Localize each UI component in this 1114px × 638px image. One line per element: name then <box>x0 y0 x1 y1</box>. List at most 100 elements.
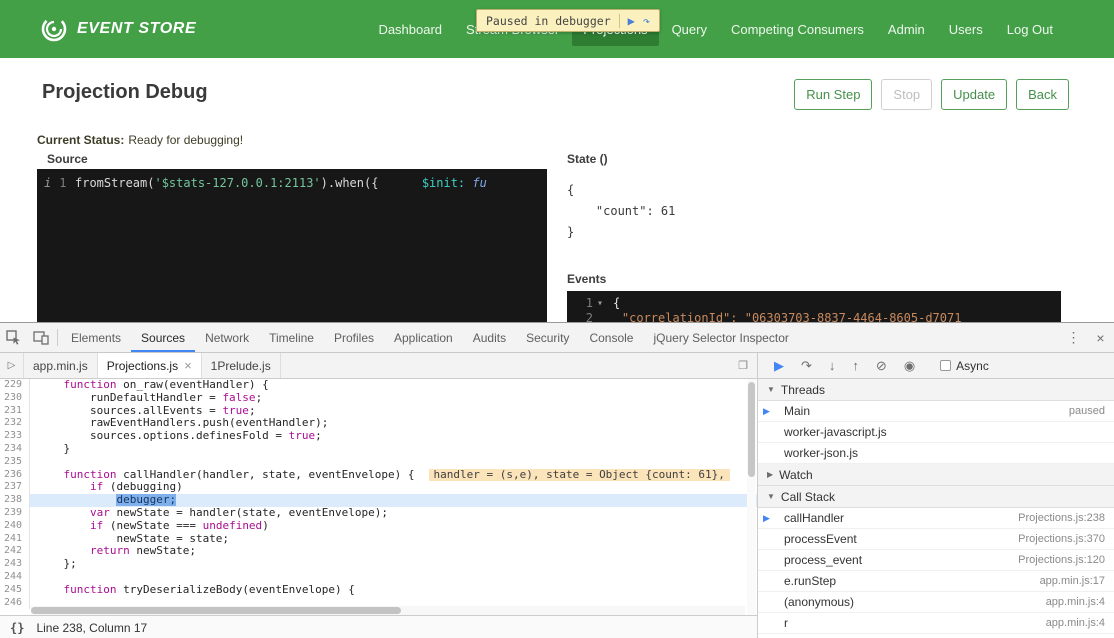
devtools-tab-timeline[interactable]: Timeline <box>259 323 324 352</box>
threads-item-main[interactable]: ▶Mainpaused <box>758 401 1114 422</box>
section-header-threads[interactable]: ▼Threads <box>758 379 1114 401</box>
fold-arrow-icon[interactable]: ▾ <box>593 296 607 311</box>
code-line-243[interactable]: 243 }; <box>0 558 757 571</box>
devtools-tab-profiles[interactable]: Profiles <box>324 323 384 352</box>
pretty-print-icon[interactable]: {} <box>10 621 24 635</box>
update-button[interactable]: Update <box>941 79 1007 110</box>
code-line-235[interactable]: 235 <box>0 456 757 469</box>
nav-item-competing-consumers[interactable]: Competing Consumers <box>720 13 875 46</box>
file-tab-1prelude-js[interactable]: 1Prelude.js <box>202 353 281 378</box>
vertical-scrollbar-thumb[interactable] <box>748 382 755 477</box>
file-tab-app-min-js[interactable]: app.min.js <box>24 353 98 378</box>
line-number[interactable]: 237 <box>0 481 30 494</box>
line-number[interactable]: 234 <box>0 443 30 456</box>
code-line-240[interactable]: 240 if (newState === undefined) <box>0 520 757 533</box>
line-number[interactable]: 242 <box>0 545 30 558</box>
code-line-244[interactable]: 244 <box>0 571 757 584</box>
code-line-237[interactable]: 237 if (debugging) <box>0 481 757 494</box>
line-number[interactable]: 231 <box>0 405 30 418</box>
devtools-tab-elements[interactable]: Elements <box>61 323 131 352</box>
step-over-icon[interactable]: ↷ <box>643 14 650 28</box>
nav-item-query[interactable]: Query <box>661 13 718 46</box>
async-checkbox[interactable] <box>940 360 951 371</box>
devtools-tab-sources[interactable]: Sources <box>131 323 195 352</box>
stop-button[interactable]: Stop <box>881 79 932 110</box>
line-number[interactable]: 243 <box>0 558 30 571</box>
async-toggle[interactable]: Async <box>940 359 989 373</box>
threads-item-worker-javascript-js[interactable]: worker-javascript.js <box>758 422 1114 443</box>
back-button[interactable]: Back <box>1016 79 1069 110</box>
horizontal-scrollbar-thumb[interactable] <box>31 607 401 614</box>
devtools-tab-console[interactable]: Console <box>579 323 643 352</box>
nav-item-users[interactable]: Users <box>938 13 994 46</box>
line-number[interactable]: 246 <box>0 597 30 610</box>
close-tab-icon[interactable]: × <box>184 358 192 373</box>
step-out-icon[interactable]: ↑ <box>852 358 859 373</box>
line-number[interactable]: 244 <box>0 571 30 584</box>
code-line-241[interactable]: 241 newState = state; <box>0 533 757 546</box>
run-step-button[interactable]: Run Step <box>794 79 872 110</box>
kebab-menu-icon[interactable]: ⋮ <box>1060 323 1087 352</box>
call-stack-item-anonymous[interactable]: (anonymous)app.min.js:4 <box>758 634 1114 638</box>
device-toolbar-icon[interactable] <box>27 323 54 352</box>
line-number[interactable]: 229 <box>0 379 30 392</box>
call-stack-item-callhandler[interactable]: ▶callHandlerProjections.js:238 <box>758 508 1114 529</box>
code-line-232[interactable]: 232 rawEventHandlers.push(eventHandler); <box>0 417 757 430</box>
inline-eval-hint: handler = (s,e), state = Object {count: … <box>429 469 730 481</box>
line-number[interactable]: 232 <box>0 417 30 430</box>
code-line-233[interactable]: 233 sources.options.definesFold = true; <box>0 430 757 443</box>
line-number[interactable]: 233 <box>0 430 30 443</box>
call-stack-item-processevent[interactable]: processEventProjections.js:370 <box>758 529 1114 550</box>
line-number[interactable]: 239 <box>0 507 30 520</box>
file-tab-projections-js[interactable]: Projections.js× <box>98 353 202 378</box>
section-header-call-stack[interactable]: ▼Call Stack <box>758 486 1114 508</box>
code-line-234[interactable]: 234 } <box>0 443 757 456</box>
code-line-236[interactable]: 236 function callHandler(handler, state,… <box>0 469 757 482</box>
pause-on-exceptions-icon[interactable]: ◉ <box>904 358 915 374</box>
code-line-242[interactable]: 242 return newState; <box>0 545 757 558</box>
call-stack-item-r[interactable]: rapp.min.js:4 <box>758 613 1114 634</box>
nav-item-log-out[interactable]: Log Out <box>996 13 1064 46</box>
resume-icon[interactable]: ▶ <box>774 358 784 374</box>
code-line-229[interactable]: 229 function on_raw(eventHandler) { <box>0 379 757 392</box>
source-code-editor[interactable]: i1 fromStream('$stats-127.0.0.1:2113').w… <box>37 169 547 322</box>
line-number[interactable]: 238 <box>0 494 30 507</box>
brand[interactable]: EVENT STORE <box>40 15 196 43</box>
call-stack-item-process-event[interactable]: process_eventProjections.js:120 <box>758 550 1114 571</box>
devtools-tab-audits[interactable]: Audits <box>463 323 516 352</box>
section-header-watch[interactable]: ▶Watch <box>758 464 1114 486</box>
devtools-tab-security[interactable]: Security <box>516 323 579 352</box>
step-over-icon[interactable]: ↷ <box>801 358 812 374</box>
inspect-element-icon[interactable] <box>0 323 27 352</box>
resume-script-icon[interactable]: ▶ <box>628 14 635 28</box>
call-stack-item-e-runstep[interactable]: e.runStepapp.min.js:17 <box>758 571 1114 592</box>
line-number[interactable]: 236 <box>0 469 30 482</box>
line-number[interactable]: 230 <box>0 392 30 405</box>
code-line-230[interactable]: 230 runDefaultHandler = false; <box>0 392 757 405</box>
close-devtools-icon[interactable]: × <box>1087 323 1114 352</box>
devtools-tab-jquery-selector-inspector[interactable]: jQuery Selector Inspector <box>643 323 798 352</box>
deactivate-breakpoints-icon[interactable]: ⊘ <box>876 358 887 374</box>
line-number[interactable]: 241 <box>0 533 30 546</box>
nav-item-admin[interactable]: Admin <box>877 13 936 46</box>
nav-item-dashboard[interactable]: Dashboard <box>367 13 453 46</box>
events-editor[interactable]: 1▾{2 "correlationId": "06303703-8837-446… <box>567 291 1061 322</box>
line-number[interactable]: 240 <box>0 520 30 533</box>
tab-overflow-icon[interactable]: ❐ <box>729 353 757 378</box>
navigator-toggle-icon[interactable]: ▷ <box>0 353 24 378</box>
async-label: Async <box>956 359 989 373</box>
source-view[interactable]: 229 function on_raw(eventHandler) {230 r… <box>0 379 757 615</box>
threads-item-worker-json-js[interactable]: worker-json.js <box>758 443 1114 464</box>
vertical-scrollbar[interactable] <box>747 379 756 615</box>
step-into-icon[interactable]: ↓ <box>829 358 836 373</box>
call-stack-item-anonymous[interactable]: (anonymous)app.min.js:4 <box>758 592 1114 613</box>
code-line-239[interactable]: 239 var newState = handler(state, eventE… <box>0 507 757 520</box>
code-line-231[interactable]: 231 sources.allEvents = true; <box>0 405 757 418</box>
line-number[interactable]: 245 <box>0 584 30 597</box>
devtools-tab-application[interactable]: Application <box>384 323 463 352</box>
horizontal-scrollbar[interactable] <box>31 606 745 615</box>
code-line-245[interactable]: 245 function tryDeserializeBody(eventEnv… <box>0 584 757 597</box>
devtools-tab-network[interactable]: Network <box>195 323 259 352</box>
code-line-238[interactable]: 238 debugger; <box>0 494 757 507</box>
line-number[interactable]: 235 <box>0 456 30 469</box>
